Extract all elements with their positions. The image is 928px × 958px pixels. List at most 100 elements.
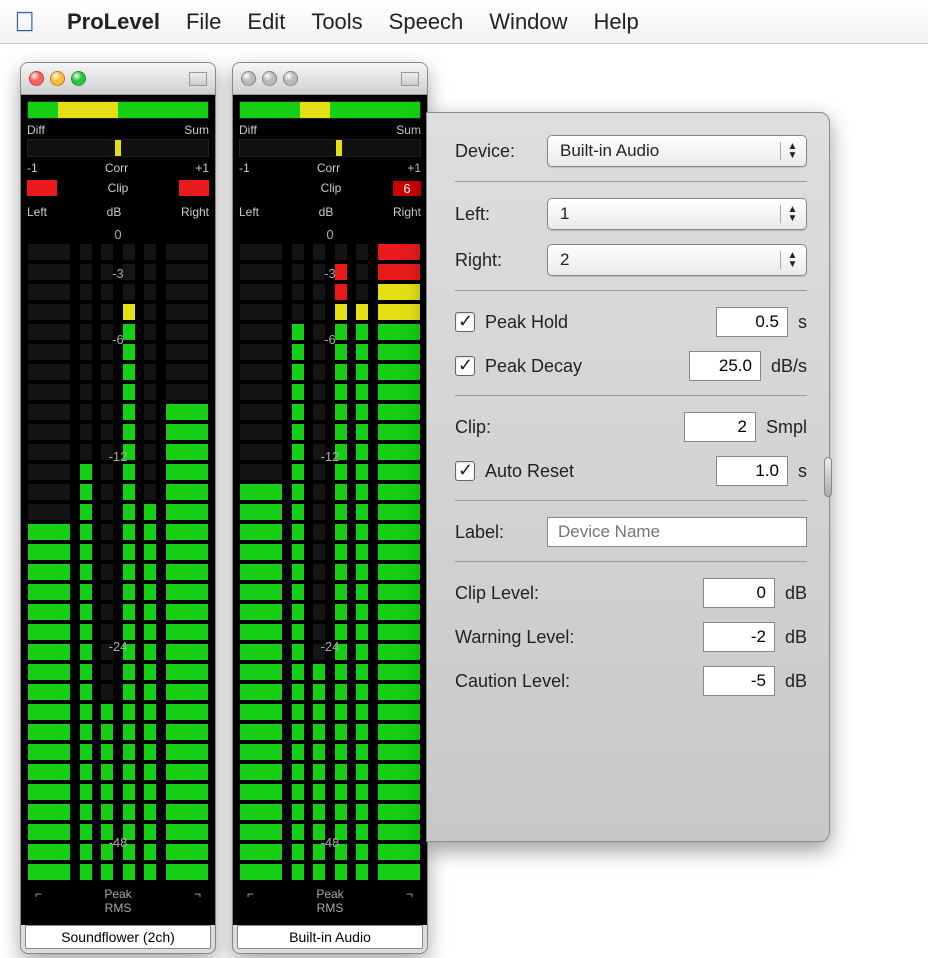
db-header: dB (259, 205, 393, 219)
left-channel-select[interactable]: 1 ▲▼ (547, 198, 807, 230)
db-header: dB (47, 205, 181, 219)
clip-label: Clip: (455, 417, 547, 438)
menu-tools[interactable]: Tools (311, 9, 362, 35)
db-unit: dB (785, 583, 807, 604)
peak-rms-footer: ⌐PeakRMS¬ (239, 883, 421, 921)
meter-window: DiffSum-1Corr+1ClipLeftdBRight0-3-6-12-2… (20, 62, 216, 954)
auto-reset-unit: s (798, 461, 807, 482)
titlebar[interactable] (21, 63, 215, 95)
peak-label: Peak (104, 887, 131, 901)
correlation-bar (239, 139, 421, 157)
diffsum-bar (239, 101, 421, 119)
menu-window[interactable]: Window (489, 9, 567, 35)
corr-label: Corr (250, 161, 408, 175)
right-channel-label: Right: (455, 250, 547, 271)
label-input[interactable] (547, 517, 807, 547)
meter-body: DiffSum-1Corr+1Clip6LeftdBRight0-3-6-12-… (233, 95, 427, 925)
titlebar[interactable] (233, 63, 427, 95)
peak-decay-input[interactable] (689, 351, 761, 381)
bracket-right-icon: ¬ (194, 887, 201, 915)
zoom-button[interactable] (283, 71, 298, 86)
label-field-label: Label: (455, 522, 547, 543)
minimize-button[interactable] (262, 71, 277, 86)
meter-column (334, 227, 348, 881)
meter-column (312, 227, 326, 881)
meter-column (79, 227, 93, 881)
right-header: Right (393, 205, 421, 219)
corr-min: -1 (239, 161, 250, 175)
left-header: Left (27, 205, 47, 219)
apple-menu-icon[interactable]:  (14, 6, 35, 38)
menu-speech[interactable]: Speech (389, 9, 464, 35)
auto-reset-input[interactable] (716, 456, 788, 486)
bracket-left-icon: ⌐ (35, 887, 42, 915)
sum-label: Sum (184, 123, 209, 137)
meter-column (355, 227, 369, 881)
caution-level-input[interactable] (703, 666, 775, 696)
divider (455, 181, 807, 182)
close-button[interactable] (241, 71, 256, 86)
bracket-left-icon: ⌐ (247, 887, 254, 915)
divider (455, 500, 807, 501)
peak-rms-footer: ⌐ PeakRMS ¬ (27, 883, 209, 921)
sum-label: Sum (396, 123, 421, 137)
proxy-icon (189, 72, 207, 86)
clip-input[interactable] (684, 412, 756, 442)
meter-column (27, 227, 71, 881)
meter-column (239, 227, 283, 881)
menu-file[interactable]: File (186, 9, 221, 35)
rms-label: RMS (105, 901, 132, 915)
corr-label: Corr (38, 161, 196, 175)
app-name[interactable]: ProLevel (67, 9, 160, 35)
select-arrows-icon: ▲▼ (780, 142, 800, 160)
meter-column (377, 227, 421, 881)
menu-help[interactable]: Help (594, 9, 639, 35)
divider (455, 290, 807, 291)
right-channel-select[interactable]: 2 ▲▼ (547, 244, 807, 276)
device-select[interactable]: Built-in Audio ▲▼ (547, 135, 807, 167)
drawer-handle[interactable] (824, 457, 832, 497)
settings-drawer: Device: Built-in Audio ▲▼ Left: 1 ▲▼ Rig… (426, 112, 830, 842)
peak-decay-unit: dB/s (771, 356, 807, 377)
right-channel-value: 2 (560, 250, 569, 270)
peak-hold-unit: s (798, 312, 807, 333)
peak-hold-input[interactable] (716, 307, 788, 337)
bracket-right-icon: ¬ (406, 887, 413, 915)
clip-left-indicator (27, 180, 57, 196)
clip-level-input[interactable] (703, 578, 775, 608)
diffsum-bar (27, 101, 209, 119)
zoom-button[interactable] (71, 71, 86, 86)
peak-decay-checkbox[interactable] (455, 356, 475, 376)
peak-hold-label: Peak Hold (485, 312, 716, 333)
level-meters: 0-3-6-12-24-48 (27, 227, 209, 881)
meter-column (165, 227, 209, 881)
device-name-label[interactable]: Soundflower (2ch) (25, 925, 211, 949)
diff-label: Diff (27, 123, 45, 137)
rms-label: RMS (317, 901, 344, 915)
correlation-bar (27, 139, 209, 157)
corr-max: +1 (195, 161, 209, 175)
device-name-label[interactable]: Built-in Audio (237, 925, 423, 949)
clip-count-badge[interactable]: 6 (393, 181, 421, 196)
minimize-button[interactable] (50, 71, 65, 86)
left-header: Left (239, 205, 259, 219)
corr-min: -1 (27, 161, 38, 175)
close-button[interactable] (29, 71, 44, 86)
peak-hold-checkbox[interactable] (455, 312, 475, 332)
warning-level-input[interactable] (703, 622, 775, 652)
clip-unit: Smpl (766, 417, 807, 438)
select-arrows-icon: ▲▼ (780, 251, 800, 269)
divider (455, 561, 807, 562)
clip-level-label: Clip Level: (455, 583, 605, 604)
diff-label: Diff (239, 123, 257, 137)
caution-level-label: Caution Level: (455, 671, 605, 692)
clip-label: Clip (269, 181, 393, 195)
auto-reset-label: Auto Reset (485, 461, 716, 482)
device-value: Built-in Audio (560, 141, 659, 161)
auto-reset-checkbox[interactable] (455, 461, 475, 481)
meter-column (143, 227, 157, 881)
menu-edit[interactable]: Edit (247, 9, 285, 35)
proxy-icon (401, 72, 419, 86)
warning-level-label: Warning Level: (455, 627, 605, 648)
db-unit: dB (785, 671, 807, 692)
